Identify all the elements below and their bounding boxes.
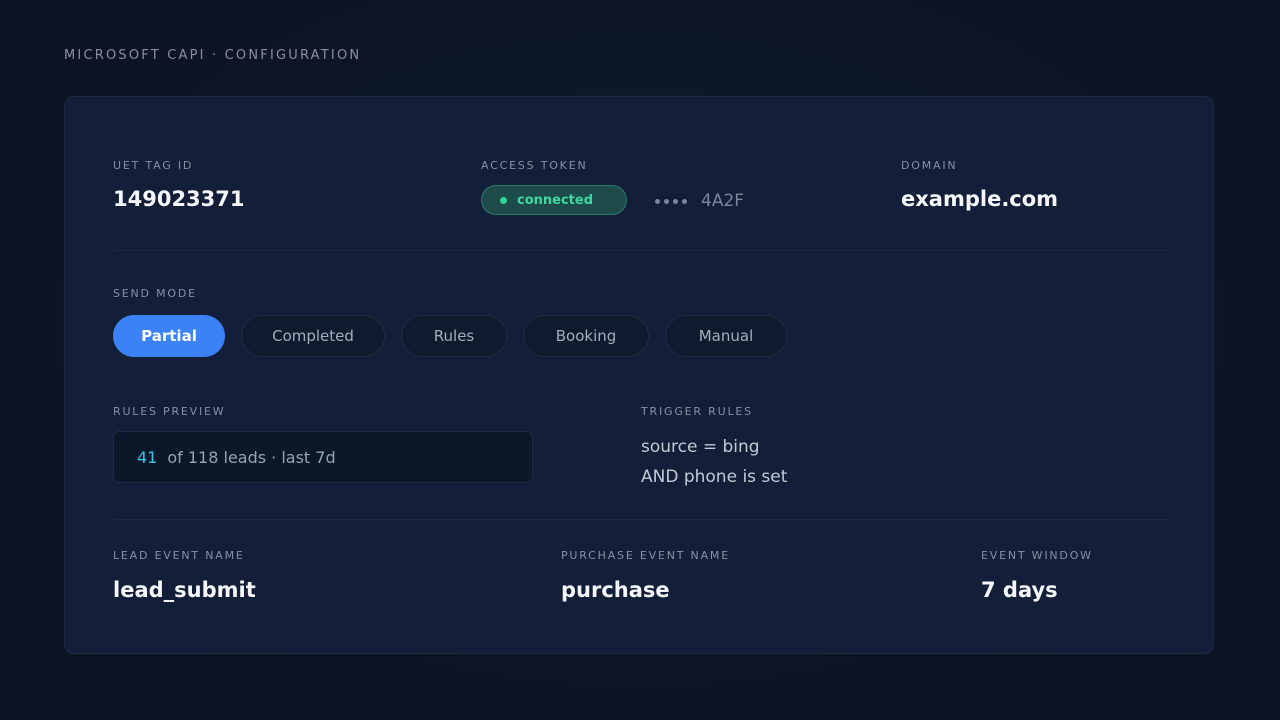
trigger-rule-line: source = bing bbox=[641, 437, 760, 457]
lead-event-label: LEAD EVENT NAME bbox=[113, 549, 245, 562]
purchase-event-value: purchase bbox=[561, 578, 670, 602]
divider bbox=[113, 250, 1169, 251]
token-status-badge: connected bbox=[481, 185, 627, 215]
divider bbox=[113, 519, 1169, 520]
send-mode-manual-button[interactable]: Manual bbox=[665, 315, 787, 357]
rules-preview-box: 41 of 118 leads · last 7d bbox=[113, 431, 533, 483]
send-mode-rules-button[interactable]: Rules bbox=[401, 315, 507, 357]
mask-dots-icon bbox=[655, 198, 691, 204]
access-token-label: ACCESS TOKEN bbox=[481, 159, 588, 172]
trigger-rule-line: AND phone is set bbox=[641, 467, 788, 487]
trigger-rules-label: TRIGGER RULES bbox=[641, 405, 753, 418]
domain-value: example.com bbox=[901, 187, 1059, 211]
rules-preview-label: RULES PREVIEW bbox=[113, 405, 226, 418]
purchase-event-label: PURCHASE EVENT NAME bbox=[561, 549, 730, 562]
lead-event-value: lead_submit bbox=[113, 578, 256, 602]
send-mode-completed-button[interactable]: Completed bbox=[241, 315, 385, 357]
token-status-text: connected bbox=[517, 192, 594, 208]
uet-tag-value: 149023371 bbox=[113, 187, 245, 211]
preview-text: of 118 leads · last 7d bbox=[167, 447, 336, 467]
domain-label: DOMAIN bbox=[901, 159, 958, 172]
send-mode-booking-button[interactable]: Booking bbox=[523, 315, 649, 357]
breadcrumb: MICROSOFT CAPI · CONFIGURATION bbox=[64, 48, 362, 63]
token-suffix: 4A2F bbox=[701, 191, 745, 211]
token-masked-value: 4A2F bbox=[655, 191, 744, 211]
status-dot-icon bbox=[500, 196, 507, 204]
event-window-value: 7 days bbox=[981, 578, 1058, 602]
uet-tag-label: UET TAG ID bbox=[113, 159, 194, 172]
config-card: UET TAG ID 149023371 ACCESS TOKEN connec… bbox=[64, 96, 1214, 654]
event-window-label: EVENT WINDOW bbox=[981, 549, 1093, 562]
send-mode-label: SEND MODE bbox=[113, 287, 197, 300]
preview-count: 41 bbox=[137, 447, 158, 467]
send-mode-partial-button[interactable]: Partial bbox=[113, 315, 225, 357]
